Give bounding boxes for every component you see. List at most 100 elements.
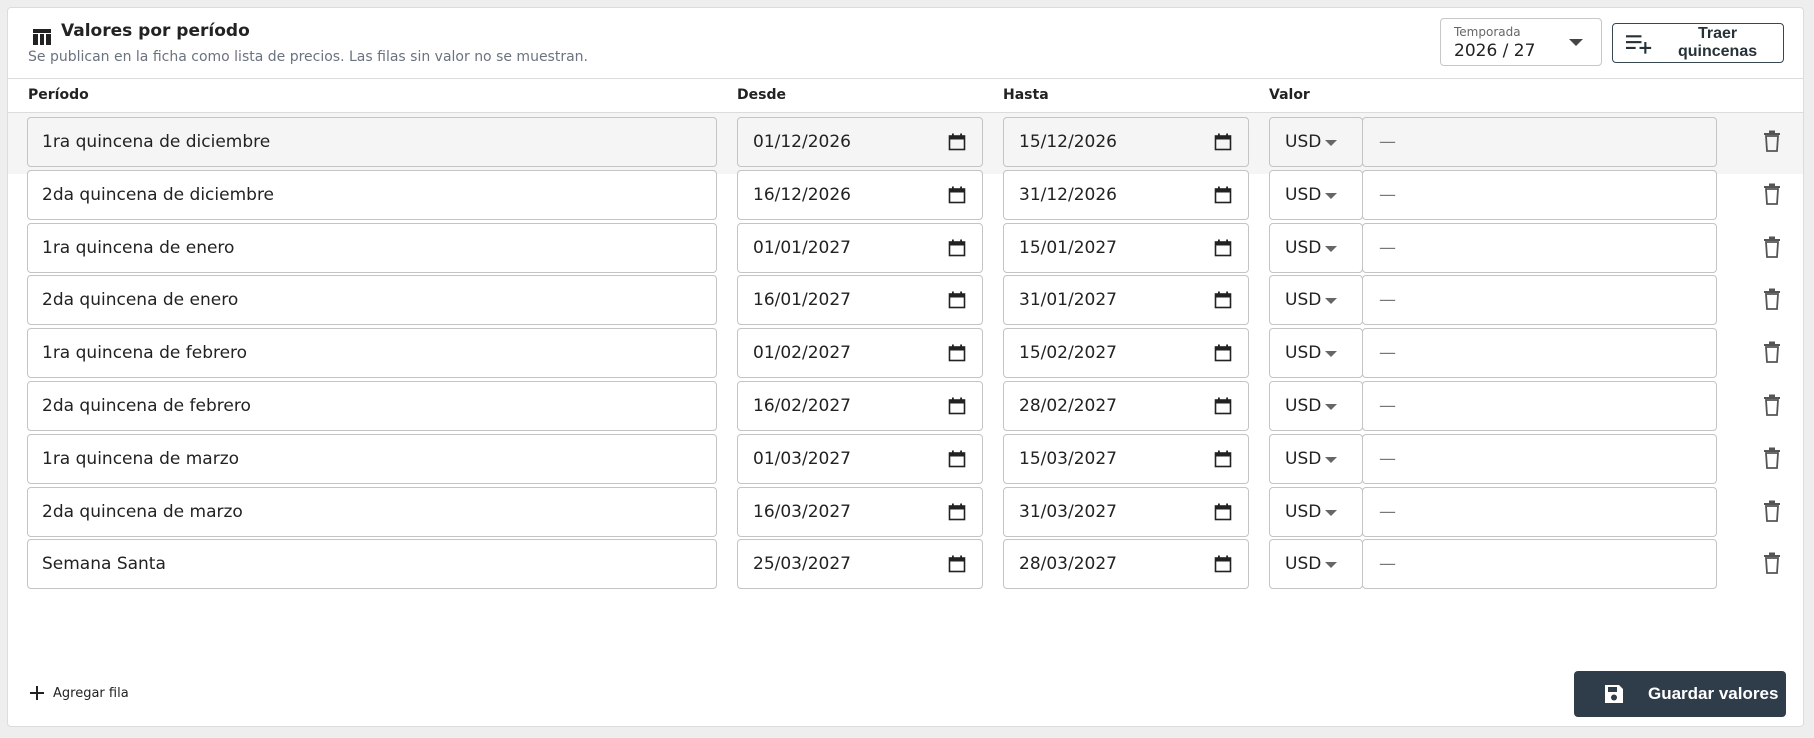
trash-icon[interactable] [1763,394,1781,416]
calendar-icon[interactable] [1214,239,1232,257]
playlist-add-icon [1625,35,1652,54]
value-input[interactable]: — [1362,222,1717,273]
calendar-icon[interactable] [1214,186,1232,204]
trash-icon[interactable] [1763,500,1781,522]
currency-select[interactable]: USD [1269,486,1363,537]
calendar-icon[interactable] [1214,503,1232,521]
calendar-icon[interactable] [1214,555,1232,573]
date-to-text: 28/02/2027 [1019,396,1117,416]
calendar-icon[interactable] [948,555,966,573]
period-name-input[interactable]: 2da quincena de enero [27,275,717,326]
currency-text: USD [1285,290,1322,311]
table-icon [33,29,51,45]
date-from-text: 16/03/2027 [753,501,851,522]
trash-icon[interactable] [1763,236,1781,258]
calendar-icon[interactable] [948,133,966,151]
chevron-down-icon [1325,192,1337,199]
calendar-icon[interactable] [1214,291,1232,309]
period-name-input[interactable]: 1ra quincena de febrero [27,328,717,379]
value-input[interactable]: — [1362,539,1717,590]
card-header: Valores por período Se publican en la fi… [8,8,1803,79]
calendar-icon[interactable] [1214,344,1232,362]
period-name-input[interactable]: 1ra quincena de diciembre [27,117,717,167]
calendar-icon[interactable] [1214,450,1232,468]
currency-select[interactable]: USD [1269,169,1363,220]
date-from-input[interactable]: 16/03/2027 [737,486,983,537]
date-to-text: 31/12/2026 [1019,184,1117,205]
currency-select[interactable]: USD [1269,381,1363,431]
page-title: Valores por período [61,21,250,41]
currency-select[interactable]: USD [1269,275,1363,326]
period-name-input[interactable]: 1ra quincena de marzo [27,433,717,484]
calendar-icon[interactable] [948,450,966,468]
fetch-fortnights-button[interactable]: Traer quincenas [1612,23,1784,63]
date-to-input[interactable]: 31/12/2026 [1003,169,1249,220]
chevron-down-icon [1569,39,1583,46]
value-text: — [1379,290,1396,311]
date-to-input[interactable]: 15/02/2027 [1003,328,1249,379]
period-name-input[interactable]: 1ra quincena de enero [27,222,717,273]
date-to-text: 31/01/2027 [1019,290,1117,311]
calendar-icon[interactable] [948,239,966,257]
date-to-input[interactable]: 31/01/2027 [1003,275,1249,326]
date-from-input[interactable]: 16/12/2026 [737,169,983,220]
trash-icon[interactable] [1763,288,1781,311]
chevron-down-icon [1325,351,1337,358]
trash-icon[interactable] [1763,183,1781,205]
date-to-input[interactable]: 15/01/2027 [1003,222,1249,273]
calendar-icon[interactable] [948,503,966,521]
calendar-icon[interactable] [948,291,966,309]
calendar-icon[interactable] [948,344,966,362]
period-name-text: Semana Santa [42,554,166,575]
date-from-input[interactable]: 16/01/2027 [737,275,983,326]
date-from-input[interactable]: 01/12/2026 [737,117,983,167]
currency-text: USD [1285,501,1322,522]
trash-icon[interactable] [1763,130,1781,152]
date-from-input[interactable]: 01/01/2027 [737,222,983,273]
chevron-down-icon [1325,509,1337,516]
date-to-input[interactable]: 15/03/2027 [1003,433,1249,484]
column-header-period: Período [28,87,89,103]
period-name-input[interactable]: Semana Santa [27,539,717,590]
date-from-text: 25/03/2027 [753,554,851,575]
season-select[interactable]: Temporada 2026 / 27 [1440,18,1602,66]
value-input[interactable]: — [1362,275,1717,326]
chevron-down-icon [1325,298,1337,305]
date-to-input[interactable]: 31/03/2027 [1003,486,1249,537]
value-text: — [1379,448,1396,469]
save-values-label: Guardar valores [1648,684,1779,703]
date-from-input[interactable]: 16/02/2027 [737,381,983,431]
value-input[interactable]: — [1362,433,1717,484]
trash-icon[interactable] [1763,341,1781,364]
date-from-text: 01/01/2027 [753,237,851,258]
value-input[interactable]: — [1362,328,1717,379]
currency-select[interactable]: USD [1269,328,1363,379]
period-name-input[interactable]: 2da quincena de marzo [27,486,717,537]
currency-select[interactable]: USD [1269,539,1363,590]
currency-text: USD [1285,396,1322,416]
date-from-input[interactable]: 25/03/2027 [737,539,983,590]
calendar-icon[interactable] [1214,133,1232,151]
date-to-input[interactable]: 28/02/2027 [1003,381,1249,431]
currency-select[interactable]: USD [1269,117,1363,167]
calendar-icon[interactable] [1214,397,1232,415]
period-name-input[interactable]: 2da quincena de febrero [27,381,717,431]
currency-text: USD [1285,132,1322,152]
value-input[interactable]: — [1362,381,1717,431]
save-values-button[interactable]: Guardar valores [1574,671,1786,717]
value-input[interactable]: — [1362,117,1717,167]
currency-select[interactable]: USD [1269,222,1363,273]
value-input[interactable]: — [1362,486,1717,537]
period-name-input[interactable]: 2da quincena de diciembre [27,169,717,220]
date-from-input[interactable]: 01/03/2027 [737,433,983,484]
calendar-icon[interactable] [948,397,966,415]
trash-icon[interactable] [1763,552,1781,575]
value-input[interactable]: — [1362,169,1717,220]
add-row-button[interactable]: Agregar fila [30,681,129,705]
currency-select[interactable]: USD [1269,433,1363,484]
date-to-input[interactable]: 28/03/2027 [1003,539,1249,590]
date-from-input[interactable]: 01/02/2027 [737,328,983,379]
trash-icon[interactable] [1763,447,1781,469]
date-to-input[interactable]: 15/12/2026 [1003,117,1249,167]
calendar-icon[interactable] [948,186,966,204]
